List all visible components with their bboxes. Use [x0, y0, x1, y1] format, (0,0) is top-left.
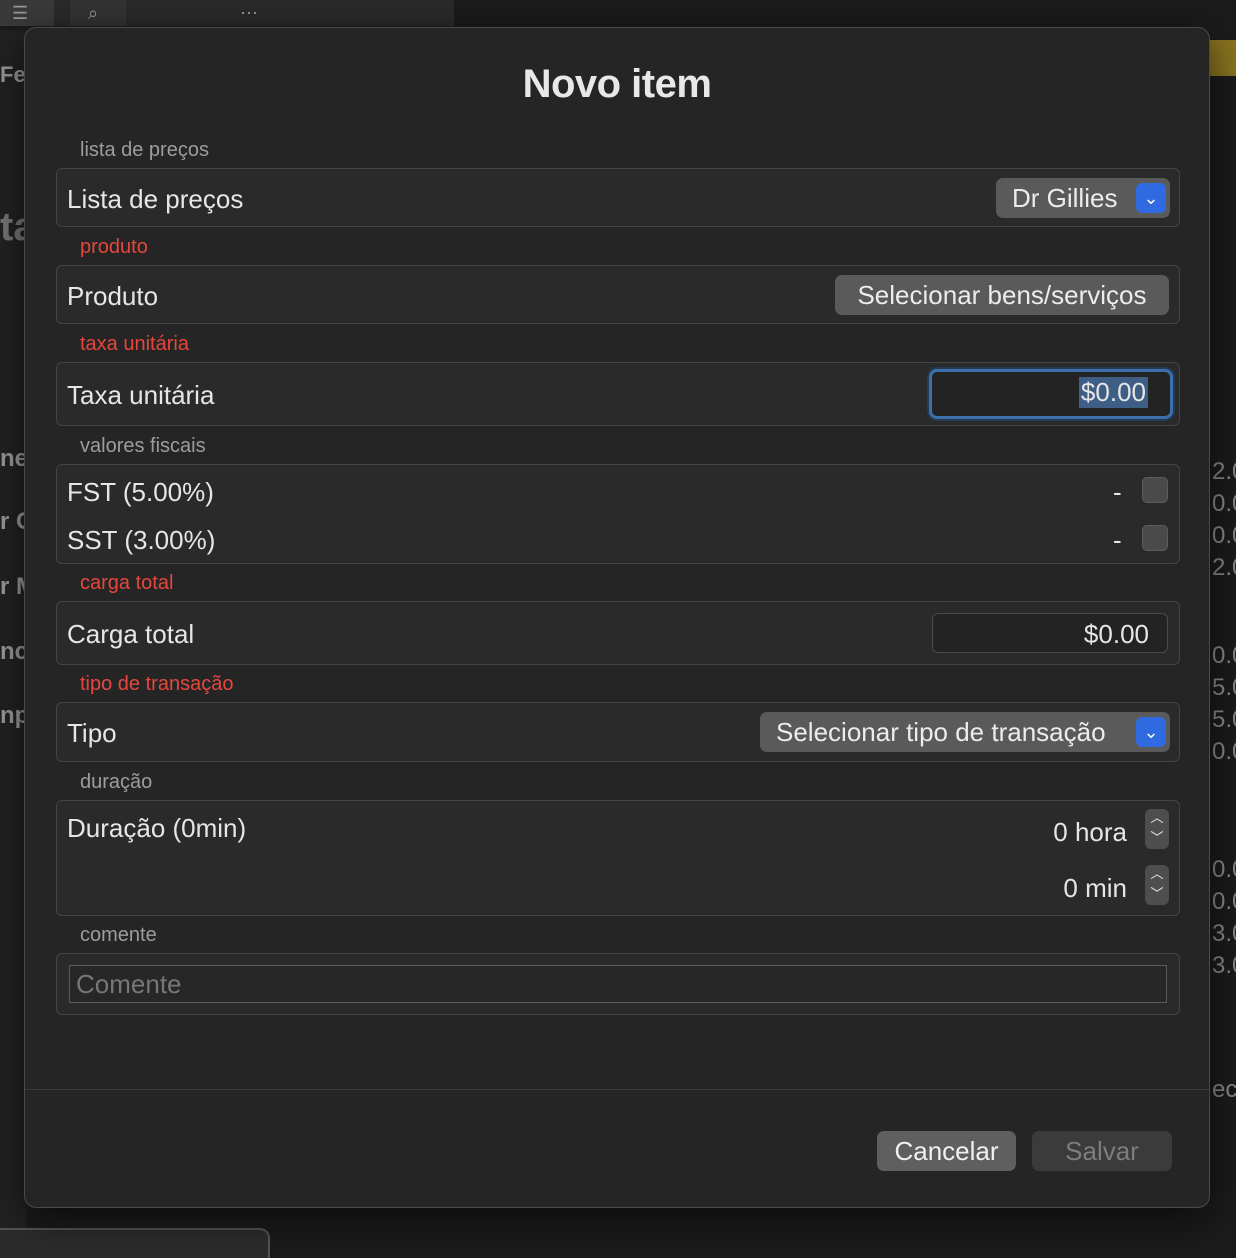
transaction-type-popup[interactable]: Selecionar tipo de transação ⌄: [760, 712, 1170, 752]
section-label-tax: valores fiscais: [80, 435, 206, 457]
section-label-unit-rate: taxa unitária: [80, 333, 189, 355]
section-label-product: produto: [80, 236, 148, 258]
chevron-up-icon[interactable]: ︿: [1145, 809, 1169, 829]
total-value: $0.00: [1083, 619, 1149, 649]
background-panel: [0, 1228, 270, 1258]
fst-value: -: [1113, 477, 1122, 507]
sst-value: -: [1113, 525, 1122, 555]
sst-checkbox[interactable]: [1142, 525, 1168, 551]
unit-rate-value: $0.00: [1078, 377, 1148, 408]
background-number: 5.0: [1212, 706, 1236, 733]
chevron-down-icon: ⌄: [1136, 717, 1166, 747]
minutes-stepper[interactable]: ︿ ﹀: [1145, 865, 1169, 905]
background-number: 3.0: [1212, 920, 1236, 947]
background-number: 0.0: [1212, 642, 1236, 669]
background-number: 3.0: [1212, 952, 1236, 979]
new-item-dialog: Novo item lista de preços Lista de preço…: [24, 27, 1210, 1208]
comment-box: [56, 953, 1180, 1015]
total-field: $0.00: [932, 613, 1168, 653]
transaction-type-value: Selecionar tipo de transação: [776, 717, 1106, 747]
background-number: 2.0: [1212, 458, 1236, 485]
price-list-row: Lista de preços Dr Gillies ⌄: [56, 168, 1180, 227]
cancel-button[interactable]: Cancelar: [877, 1131, 1016, 1171]
background-number: 0.0: [1212, 522, 1236, 549]
footer-divider: [25, 1089, 1209, 1090]
more-icon[interactable]: ⋯: [240, 2, 258, 24]
section-label-comment: comente: [80, 924, 157, 946]
search-icon[interactable]: ⌕: [88, 2, 98, 24]
section-label-type: tipo de transação: [80, 673, 234, 695]
product-row: Produto Selecionar bens/serviços: [56, 265, 1180, 324]
comment-input[interactable]: [69, 965, 1167, 1003]
unit-rate-row: Taxa unitária $0.00: [56, 362, 1180, 426]
dialog-title: Novo item: [522, 62, 712, 106]
price-list-label: Lista de preços: [67, 184, 244, 214]
total-label: Carga total: [67, 619, 195, 649]
background-number: 0.0: [1212, 490, 1236, 517]
chevron-up-icon[interactable]: ︿: [1145, 865, 1169, 885]
duration-minutes-value: 0 min: [1063, 873, 1127, 903]
price-list-popup[interactable]: Dr Gillies ⌄: [996, 178, 1170, 218]
type-row: Tipo Selecionar tipo de transação ⌄: [56, 702, 1180, 762]
background-text: Fe: [0, 62, 26, 87]
duration-box: Duração (0min) 0 hora ︿ ﹀ 0 min ︿ ﹀: [56, 800, 1180, 916]
duration-label: Duração (0min): [67, 813, 247, 843]
chevron-down-icon: ⌄: [1136, 183, 1166, 213]
chevron-down-icon[interactable]: ﹀: [1145, 885, 1169, 905]
total-row: Carga total $0.00: [56, 601, 1180, 665]
price-list-value: Dr Gillies: [1012, 183, 1118, 213]
section-label-total: carga total: [80, 572, 174, 594]
duration-hours-value: 0 hora: [1053, 817, 1127, 847]
type-label: Tipo: [67, 718, 117, 748]
background-number: 0.0: [1212, 738, 1236, 765]
chevron-down-icon[interactable]: ﹀: [1145, 829, 1169, 849]
background-number: 5.0: [1212, 674, 1236, 701]
sst-label: SST (3.00%): [67, 525, 216, 555]
select-products-button[interactable]: Selecionar bens/serviços: [835, 275, 1169, 315]
background-number: 0.0: [1212, 888, 1236, 915]
list-icon[interactable]: ☰: [12, 2, 28, 24]
save-button[interactable]: Salvar: [1032, 1131, 1172, 1171]
hours-stepper[interactable]: ︿ ﹀: [1145, 809, 1169, 849]
section-label-price-list: lista de preços: [80, 139, 209, 161]
background-toolbar: ☰ ⌕ ⋯: [0, 0, 454, 26]
background-text: ech: [1212, 1076, 1236, 1103]
unit-rate-input[interactable]: $0.00: [929, 369, 1173, 419]
section-label-duration: duração: [80, 771, 153, 793]
background-number: 0.0: [1212, 856, 1236, 883]
product-label: Produto: [67, 281, 159, 311]
background-number: 2.0: [1212, 554, 1236, 581]
tax-values-box: FST (5.00%) - SST (3.00%) -: [56, 464, 1180, 564]
fst-checkbox[interactable]: [1142, 477, 1168, 503]
fst-label: FST (5.00%): [67, 477, 214, 507]
unit-rate-label: Taxa unitária: [67, 380, 215, 410]
